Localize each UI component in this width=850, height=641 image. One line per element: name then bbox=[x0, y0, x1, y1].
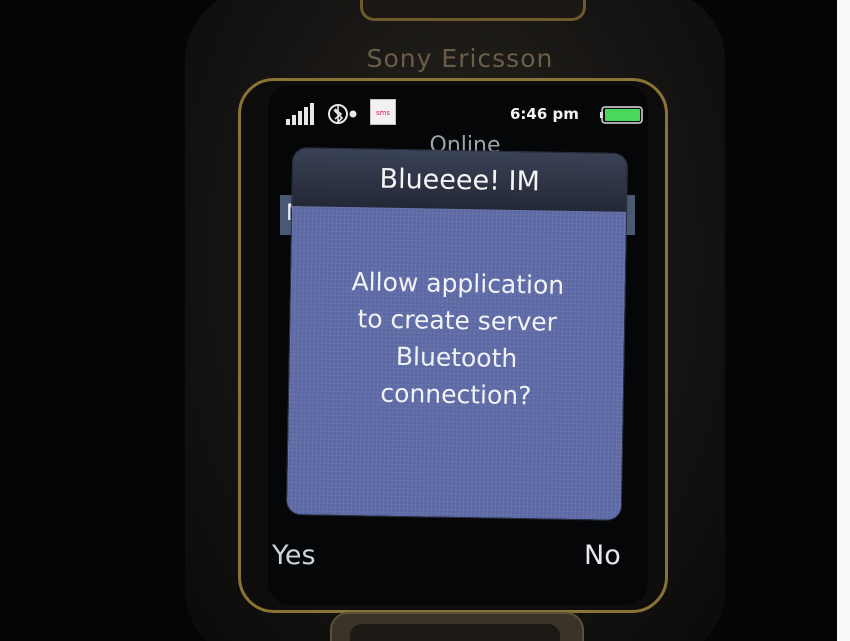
dialog-header: Blueeee! IM bbox=[292, 148, 628, 212]
dialog-message-line: connection? bbox=[380, 378, 532, 411]
phone-screen: sms 6:46 pm Online N Blueeee! IM Allow a… bbox=[268, 85, 648, 605]
phone-navigation-key bbox=[330, 612, 584, 641]
no-softkey[interactable]: No bbox=[584, 540, 621, 571]
clock: 6:46 pm bbox=[510, 105, 579, 123]
dialog-message-line: to create server bbox=[357, 304, 558, 337]
signal-strength-icon bbox=[286, 103, 314, 125]
photo-scene: Sony Ericsson sms 6:46 pm Online Blueeee… bbox=[0, 0, 850, 641]
permission-dialog: Blueeee! IM Allow application to create … bbox=[286, 148, 628, 520]
bluetooth-icon bbox=[328, 104, 357, 124]
dialog-body: Allow application to create server Bluet… bbox=[286, 206, 627, 520]
dialog-message: Allow application to create server Bluet… bbox=[303, 262, 612, 415]
phone-top-slot bbox=[360, 0, 586, 21]
battery-icon bbox=[600, 106, 643, 124]
dialog-message-line: Allow application bbox=[351, 267, 565, 300]
app-notification-icon: sms bbox=[370, 99, 396, 125]
yes-softkey[interactable]: Yes bbox=[272, 540, 316, 571]
photo-border bbox=[837, 0, 850, 641]
status-bar: sms 6:46 pm bbox=[284, 99, 644, 133]
dialog-message-line: Bluetooth bbox=[395, 341, 518, 374]
brand-logo: Sony Ericsson bbox=[366, 44, 554, 73]
dialog-title: Blueeee! IM bbox=[379, 163, 541, 198]
navigation-key-inner bbox=[350, 624, 560, 641]
